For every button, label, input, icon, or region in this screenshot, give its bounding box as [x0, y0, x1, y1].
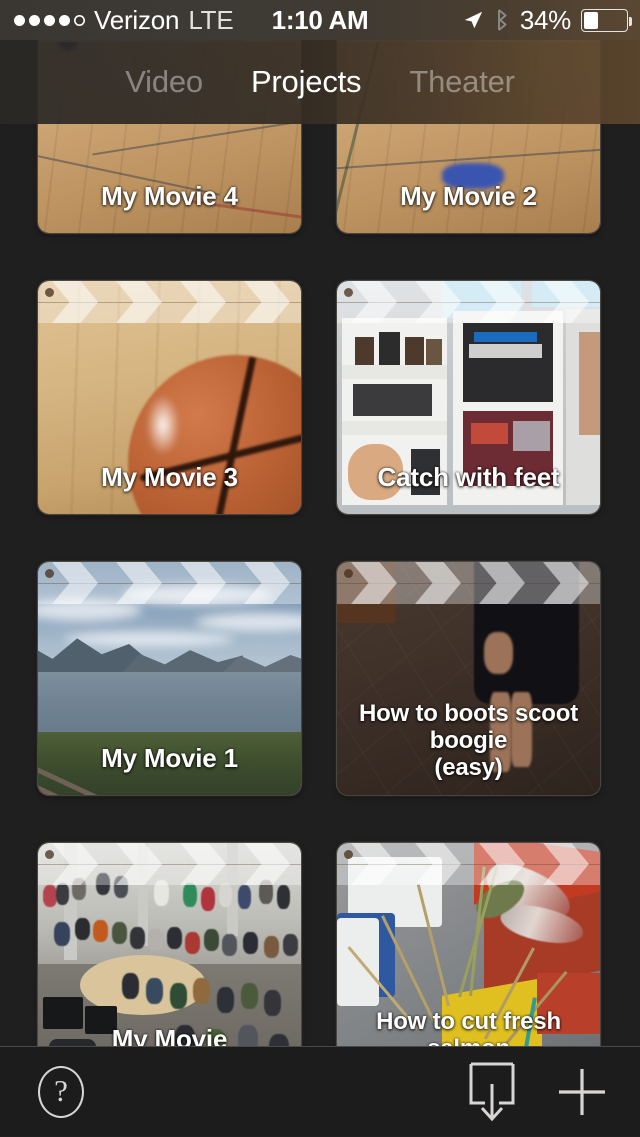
project-title: How to cut fresh salmon [343, 1008, 594, 1046]
slate-pin-icon [344, 569, 353, 578]
clapperboard-strip [337, 562, 600, 604]
project-title: My Movie 1 [101, 743, 238, 773]
help-button[interactable]: ? [22, 1047, 100, 1137]
create-project-button[interactable] [540, 1047, 624, 1137]
project-card[interactable]: Catch with feet [337, 281, 600, 514]
project-thumbnail [38, 843, 301, 1046]
tab-projects[interactable]: Projects [227, 64, 385, 100]
project-title: My Movie 2 [400, 181, 537, 211]
slate-pin-icon [344, 850, 353, 859]
slate-pin-icon [344, 288, 353, 297]
clapperboard-strip [337, 843, 600, 885]
project-title: My Movie [111, 1024, 228, 1046]
status-bar-clock: 1:10 AM [271, 4, 369, 35]
project-card[interactable]: How to cut fresh salmon [337, 843, 600, 1046]
clapperboard-strip [337, 281, 600, 323]
clapperboard-strip [38, 562, 301, 604]
bottom-toolbar: ? [0, 1046, 640, 1136]
slate-pin-icon [45, 288, 54, 297]
clapperboard-strip [38, 281, 301, 323]
project-title: How to boots scoot boogie (easy) [343, 700, 594, 781]
project-title-line-2: salmon [343, 1035, 594, 1046]
import-media-button[interactable] [452, 1047, 532, 1137]
project-title-line-1: How to cut fresh [376, 1008, 561, 1035]
tab-bar: Video Projects Theater [0, 40, 640, 124]
project-title: My Movie 4 [101, 181, 238, 211]
clapperboard-strip [38, 843, 301, 885]
projects-scroll-area[interactable]: My Movie 4 My Movie 2 My Movie 3 Catch w… [0, 0, 640, 1046]
project-card[interactable]: How to boots scoot boogie (easy) [337, 562, 600, 795]
battery-icon [581, 8, 632, 32]
projects-grid: My Movie 4 My Movie 2 My Movie 3 Catch w… [0, 0, 640, 1046]
project-card[interactable]: My Movie 1 [38, 562, 301, 795]
floor-glare [146, 394, 180, 456]
project-title-line-1: How to boots scoot boogie [358, 700, 579, 754]
project-title-line-2: (easy) [434, 754, 503, 781]
status-bar: Verizon LTE 1:10 AM 34% [0, 0, 640, 40]
slate-pin-icon [45, 569, 54, 578]
import-download-icon [469, 1062, 515, 1122]
project-card[interactable]: My Movie 3 [38, 281, 301, 514]
slate-pin-icon [45, 850, 54, 859]
project-title: My Movie 3 [101, 462, 238, 492]
project-card[interactable]: My Movie [38, 843, 301, 1046]
project-title: Catch with feet [377, 462, 560, 492]
battery-fill [584, 11, 598, 29]
question-mark-circle-icon: ? [38, 1066, 84, 1118]
plus-icon [559, 1069, 605, 1115]
tab-theater[interactable]: Theater [385, 64, 538, 100]
tab-video[interactable]: Video [101, 64, 227, 100]
